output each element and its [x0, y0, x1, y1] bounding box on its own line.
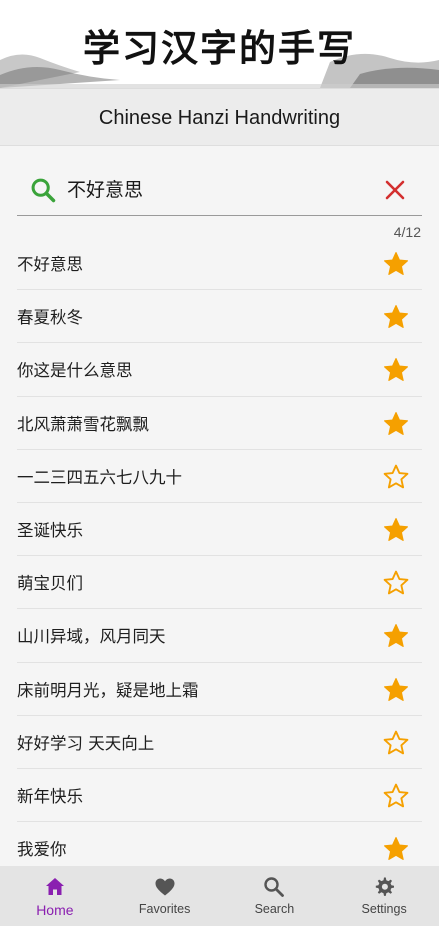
list-item-label: 春夏秋冬	[17, 308, 83, 328]
star-filled-icon[interactable]	[382, 622, 410, 650]
list-item-label: 北风萧萧雪花飘飘	[17, 414, 149, 434]
nav-item-settings[interactable]: Settings	[329, 866, 439, 926]
list-item-label: 你这是什么意思	[17, 361, 133, 381]
nav-label: Settings	[361, 902, 407, 916]
star-filled-icon[interactable]	[382, 303, 410, 331]
list-item[interactable]: 春夏秋冬	[17, 290, 422, 344]
nav-label: Search	[254, 902, 295, 916]
heart-icon	[155, 878, 175, 896]
home-icon	[45, 878, 64, 895]
list-item-label: 新年快乐	[17, 786, 83, 806]
list-item-label: 圣诞快乐	[17, 521, 83, 541]
search-icon	[31, 178, 56, 203]
star-filled-icon[interactable]	[382, 410, 410, 438]
subtitle-strip: Chinese Hanzi Handwriting	[0, 88, 439, 146]
star-outline-icon[interactable]	[382, 729, 410, 757]
banner-title: 学习汉字的手写	[83, 27, 356, 70]
list-item[interactable]: 一二三四五六七八九十	[17, 450, 422, 503]
list-item[interactable]: 圣诞快乐	[17, 503, 422, 557]
list-item-label: 床前明月光，疑是地上霜	[17, 680, 199, 700]
list-item-label: 不好意思	[17, 255, 83, 275]
list-item[interactable]: 好好学习 天天向上	[17, 716, 422, 769]
app-banner: 学习汉字的手写	[0, 0, 439, 88]
list-item[interactable]: 不好意思	[17, 237, 422, 291]
star-filled-icon[interactable]	[382, 356, 410, 384]
list-item-label: 好好学习 天天向上	[17, 733, 155, 753]
nav-item-home[interactable]: Home	[0, 866, 110, 926]
list-item-label: 我爱你	[17, 840, 67, 860]
phrase-list: 不好意思春夏秋冬你这是什么意思 北风萧萧雪花飘飘一二三四五六七八九十 圣诞快乐萌宝贝…	[17, 237, 422, 876]
close-icon[interactable]	[383, 178, 407, 202]
star-outline-icon[interactable]	[382, 463, 410, 491]
list-item[interactable]: 你这是什么意思	[17, 343, 422, 397]
nav-item-favorites[interactable]: Favorites	[110, 866, 220, 926]
search-bar	[17, 162, 422, 216]
list-item-label: 一二三四五六七八九十	[17, 467, 182, 487]
list-item-label: 萌宝贝们	[17, 574, 83, 594]
star-filled-icon[interactable]	[382, 250, 410, 278]
list-item-label: 山川异域，风月同天	[17, 627, 166, 647]
list-item[interactable]: 萌宝贝们	[17, 556, 422, 610]
bottom-navigation: Home Favorites Search Settings	[0, 866, 439, 926]
search-icon	[264, 877, 285, 897]
nav-label: Favorites	[138, 902, 191, 916]
list-item[interactable]: 新年快乐	[17, 769, 422, 823]
star-filled-icon[interactable]	[382, 835, 410, 863]
nav-label: Home	[36, 902, 74, 918]
list-item[interactable]: 床前明月光，疑是地上霜	[17, 663, 422, 716]
star-filled-icon[interactable]	[382, 516, 410, 544]
nav-item-search[interactable]: Search	[220, 866, 330, 926]
list-item[interactable]: 山川异域，风月同天	[17, 609, 422, 663]
star-outline-icon[interactable]	[382, 569, 410, 597]
gear-icon	[375, 877, 395, 896]
app-subtitle: Chinese Hanzi Handwriting	[98, 107, 341, 129]
search-input[interactable]	[67, 170, 367, 206]
star-filled-icon[interactable]	[382, 676, 410, 704]
star-outline-icon[interactable]	[382, 782, 410, 810]
list-item[interactable]: 北风萧萧雪花飘飘	[17, 397, 422, 450]
